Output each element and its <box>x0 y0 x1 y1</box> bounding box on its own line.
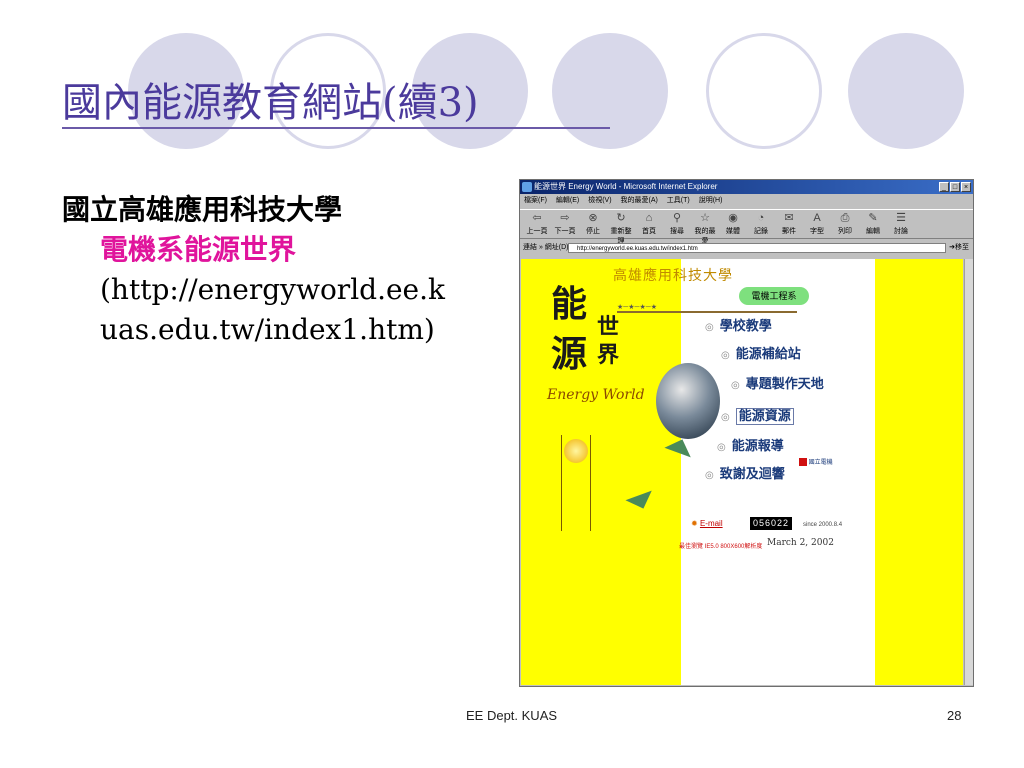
body-line-university: 國立高雄應用科技大學 <box>62 193 343 226</box>
toolbar-search-button[interactable]: ⚲ 搜尋 <box>664 210 690 236</box>
toolbar-forward-button[interactable]: ⇨ 下一頁 <box>552 210 578 236</box>
school-name: 高雄應用科技大學 <box>613 267 733 283</box>
browser-titlebar: 能源世界 Energy World - Microsoft Internet E… <box>520 180 973 194</box>
bullet-icon: ◎ <box>705 322 714 333</box>
toolbar-edit-button[interactable]: ✎ 編輯 <box>860 210 886 236</box>
browser-window-title: 能源世界 Energy World - Microsoft Internet E… <box>534 182 718 191</box>
logo-english: Energy World <box>547 387 645 403</box>
bullet-icon: ◎ <box>717 442 726 453</box>
decor-circle-4 <box>552 33 668 149</box>
go-button[interactable]: ➔移至 <box>949 241 969 255</box>
discuss-icon: ☰ <box>896 212 906 224</box>
menu-favorites[interactable]: 我的最愛(A) <box>621 197 658 204</box>
nav-link-projects[interactable]: ◎ 專題製作天地 <box>731 373 824 392</box>
logo-char-2: 源 <box>551 333 588 375</box>
nav-link-teaching[interactable]: ◎ 學校教學 <box>705 315 772 334</box>
back-arrow-icon: ⇦ <box>532 212 542 224</box>
refresh-icon: ↻ <box>616 212 626 224</box>
bullet-icon: ◎ <box>705 470 714 481</box>
address-input[interactable]: http://energyworld.ee.kuas.edu.tw/index1… <box>568 243 946 253</box>
browser-window: 能源世界 Energy World - Microsoft Internet E… <box>519 179 974 687</box>
history-icon: ◔ <box>757 212 765 224</box>
search-icon: ⚲ <box>672 212 682 224</box>
webpage-content: 能 源 世 界 Energy World 高雄應用科技大學 電機工程系 ★─★─… <box>521 259 963 685</box>
menu-edit[interactable]: 編輯(E) <box>556 197 579 204</box>
address-bar: 連結 » 網址(D) http://energyworld.ee.kuas.ed… <box>520 241 973 255</box>
maximize-button[interactable]: □ <box>950 182 960 192</box>
right-yellow-panel <box>875 259 963 685</box>
media-icon: ◉ <box>728 212 738 224</box>
dept-badge[interactable]: 電機工程系 <box>739 287 809 305</box>
home-icon: ⌂ <box>645 212 653 224</box>
logo-char-1: 能 <box>551 283 588 325</box>
toolbar-mail-button[interactable]: ✉ 郵件 <box>776 210 802 236</box>
slide-title: 國內能源教育網站(續3) <box>62 80 479 126</box>
menu-tools[interactable]: 工具(T) <box>667 197 690 204</box>
nav-link-thanks-feedback[interactable]: ◎ 致謝及迴響 <box>705 463 785 482</box>
sun-tower-image <box>561 435 591 531</box>
font-icon: A <box>813 212 821 224</box>
page-number: 28 <box>947 708 962 723</box>
ie-logo-icon <box>522 182 532 192</box>
nav-link-energy-resources[interactable]: ◎ 能源資源 <box>721 405 794 425</box>
menu-file[interactable]: 檔案(F) <box>524 197 547 204</box>
decor-circle-5 <box>706 33 822 149</box>
title-underline <box>62 127 610 129</box>
flag-icon <box>799 458 807 467</box>
body-line-site-name: 電機系能源世界 <box>100 233 297 266</box>
logo-char-4: 界 <box>597 342 620 368</box>
minimize-button[interactable]: _ <box>939 182 949 192</box>
toolbar-discuss-button[interactable]: ☰ 討論 <box>888 210 914 236</box>
earth-globe-image <box>656 363 720 439</box>
toolbar-media-button[interactable]: ◉ 媒體 <box>720 210 746 236</box>
update-date: March 2, 2002 <box>767 538 834 548</box>
browser-menubar: 檔案(F) 編輯(E) 檢視(V) 我的最愛(A) 工具(T) 說明(H) <box>520 194 973 208</box>
forward-arrow-icon: ⇨ <box>560 212 570 224</box>
body-line-url-1: (http://energyworld.ee.k <box>100 273 445 306</box>
slide-body: 國立高雄應用科技大學 電機系能源世界 (http://energyworld.e… <box>62 190 492 350</box>
mail-icon: ✉ <box>784 212 794 224</box>
toolbar-back-button[interactable]: ⇦ 上一頁 <box>524 210 550 236</box>
favorites-icon: ☆ <box>700 212 710 224</box>
bullet-icon: ◎ <box>721 412 730 423</box>
visitor-counter: 056022 <box>750 517 793 530</box>
email-link[interactable]: ✹ E-mail <box>691 519 723 528</box>
close-button[interactable]: × <box>961 182 971 192</box>
since-text: since 2000.8.4 <box>803 522 843 528</box>
toolbar-history-button[interactable]: ◔ 記錄 <box>748 210 774 236</box>
bullet-icon: ◎ <box>731 380 740 391</box>
footer-center-text: EE Dept. KUAS <box>466 708 558 723</box>
decor-circle-6 <box>848 33 964 149</box>
star-divider: ★─★─★─★ <box>617 304 797 313</box>
vertical-scrollbar[interactable] <box>964 259 973 685</box>
bullet-icon: ◎ <box>721 350 730 361</box>
menu-view[interactable]: 檢視(V) <box>588 197 611 204</box>
toolbar-font-button[interactable]: A 字型 <box>804 210 830 236</box>
address-label: 連結 » 網址(D) <box>523 244 569 251</box>
stop-icon: ⊗ <box>588 212 598 224</box>
email-icon: ✹ <box>691 519 698 528</box>
side-link[interactable]: 國立電機 <box>799 457 833 467</box>
body-line-url-2: uas.edu.tw/index1.htm) <box>100 313 435 346</box>
toolbar-home-button[interactable]: ⌂ 首頁 <box>636 210 662 236</box>
nav-link-energy-station[interactable]: ◎ 能源補給站 <box>721 343 801 362</box>
toolbar-print-button[interactable]: ⎙ 列印 <box>832 210 858 236</box>
edit-icon: ✎ <box>868 212 878 224</box>
nav-link-energy-news[interactable]: ◎ 能源報導 <box>717 435 784 454</box>
toolbar-stop-button[interactable]: ⊗ 停止 <box>580 210 606 236</box>
browser-toolbar: ⇦ 上一頁 ⇨ 下一頁 ⊗ 停止 ↻ 重新整理 ⌂ 首頁 ⚲ 搜尋 ☆ 我的最愛 ◉ 媒體 ◔ 記… <box>520 209 973 245</box>
menu-help[interactable]: 說明(H) <box>699 197 723 204</box>
best-view-text: 最佳瀏覽 IE5.0 800X600解析度 <box>679 544 763 550</box>
print-icon: ⎙ <box>840 212 850 224</box>
